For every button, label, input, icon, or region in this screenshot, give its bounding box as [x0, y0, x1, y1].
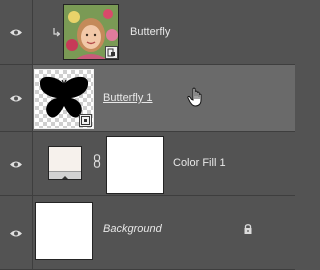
- visibility-cell[interactable]: [0, 196, 33, 269]
- eye-icon[interactable]: [9, 28, 23, 37]
- swatch-footer: [49, 171, 81, 179]
- visibility-cell[interactable]: [0, 132, 33, 195]
- smart-object-badge-icon: [105, 46, 118, 59]
- layer-row-color-fill-1[interactable]: Color Fill 1: [0, 132, 295, 196]
- layer-name[interactable]: Background: [103, 223, 162, 235]
- eye-icon[interactable]: [9, 229, 23, 238]
- layer-name[interactable]: Butterfly 1: [103, 92, 153, 104]
- layer-name[interactable]: Color Fill 1: [173, 157, 226, 169]
- layer-thumbnail-photo[interactable]: [63, 4, 119, 60]
- layer-row-butterfly-1[interactable]: Butterfly 1: [0, 65, 295, 132]
- smart-object-badge-icon: [79, 114, 92, 127]
- layers-panel: Butterfly Butterfly 1 Color Fill 1 Backg…: [0, 0, 295, 270]
- hand-cursor-icon: [187, 87, 202, 107]
- link-chain-icon[interactable]: [93, 154, 101, 168]
- layer-row-background[interactable]: Background: [0, 196, 295, 270]
- layer-mask-thumbnail[interactable]: [106, 136, 164, 194]
- layer-name[interactable]: Butterfly: [130, 26, 170, 38]
- layer-thumbnail-butterfly-shape[interactable]: [34, 69, 94, 129]
- layer-thumbnail-background[interactable]: [35, 202, 93, 260]
- visibility-cell[interactable]: [0, 0, 33, 64]
- layer-row-butterfly[interactable]: Butterfly: [0, 0, 295, 65]
- eye-icon[interactable]: [9, 160, 23, 169]
- clipping-arrow-icon: [53, 28, 60, 37]
- lock-icon[interactable]: [243, 223, 253, 235]
- visibility-cell[interactable]: [0, 65, 33, 131]
- eye-icon[interactable]: [9, 94, 23, 103]
- fill-color-swatch[interactable]: [48, 146, 82, 180]
- triangle-icon: [62, 176, 68, 179]
